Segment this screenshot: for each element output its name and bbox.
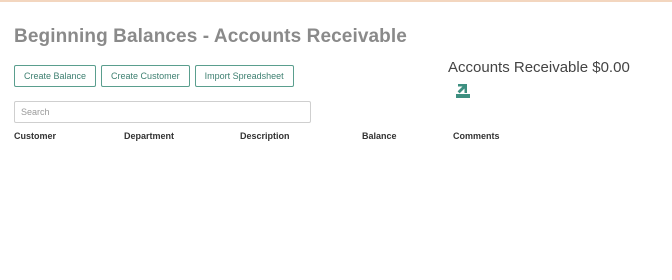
create-customer-button[interactable]: Create Customer [101,65,190,87]
column-header-department[interactable]: Department [124,131,174,141]
create-balance-button[interactable]: Create Balance [14,65,97,87]
column-header-description[interactable]: Description [240,131,290,141]
export-icon[interactable] [455,81,471,99]
column-header-balance[interactable]: Balance [362,131,397,141]
page-title: Beginning Balances - Accounts Receivable [14,26,407,47]
top-accent-bar [0,0,672,2]
search-input[interactable] [14,101,311,123]
column-header-comments[interactable]: Comments [453,131,500,141]
import-spreadsheet-button[interactable]: Import Spreadsheet [194,65,294,87]
accounts-receivable-total: Accounts Receivable $0.00 [448,59,630,76]
action-toolbar: Create Balance Create Customer Import Sp… [14,65,294,87]
column-header-customer[interactable]: Customer [14,131,56,141]
table-header: Customer Department Description Balance … [0,131,672,143]
